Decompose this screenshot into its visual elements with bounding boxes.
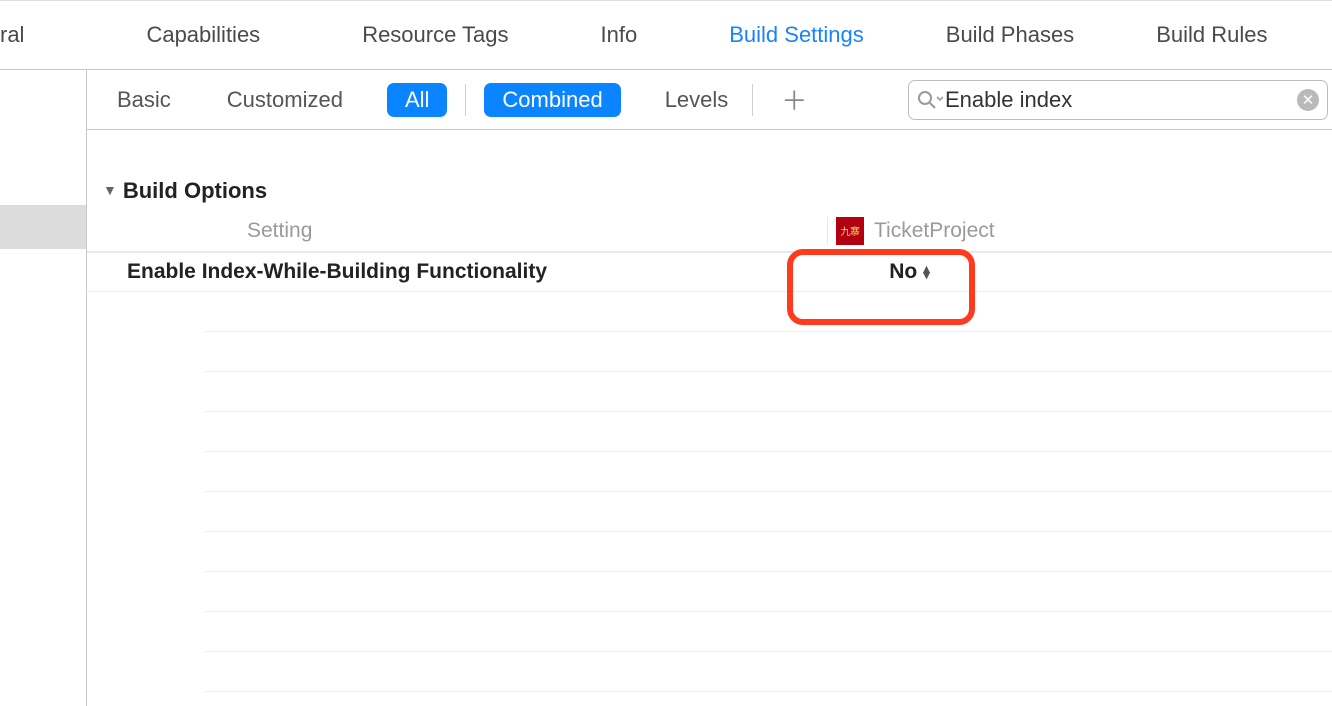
table-row xyxy=(205,652,1332,692)
tab-info[interactable]: Info xyxy=(575,22,664,48)
table-row xyxy=(205,532,1332,572)
editor-tabs: ral Capabilities Resource Tags Info Buil… xyxy=(0,0,1332,70)
filter-basic[interactable]: Basic xyxy=(111,83,177,117)
target-name: TicketProject xyxy=(874,219,995,243)
filter-levels[interactable]: Levels xyxy=(659,83,735,117)
chevron-updown-icon: ▴▾ xyxy=(923,266,930,278)
section-title: Build Options xyxy=(123,178,267,204)
tab-general[interactable]: ral xyxy=(0,22,50,48)
table-row xyxy=(205,332,1332,372)
table-row xyxy=(205,292,1332,332)
tab-resource-tags[interactable]: Resource Tags xyxy=(336,22,534,48)
filter-combined[interactable]: Combined xyxy=(484,83,620,117)
table-row xyxy=(205,572,1332,612)
table-row xyxy=(205,612,1332,652)
filter-all[interactable]: All xyxy=(387,83,447,117)
column-headers: Setting 九寨 TicketProject xyxy=(87,210,1332,252)
setting-value: No xyxy=(889,260,917,284)
table-row xyxy=(205,492,1332,532)
tab-build-settings[interactable]: Build Settings xyxy=(703,22,890,48)
filter-customized[interactable]: Customized xyxy=(221,83,349,117)
disclosure-triangle-icon: ▼ xyxy=(103,182,117,198)
selected-target-row[interactable] xyxy=(0,205,86,249)
setting-row[interactable]: Enable Index-While-Building Functionalit… xyxy=(87,252,1332,292)
tab-build-rules[interactable]: Build Rules xyxy=(1130,22,1293,48)
column-setting: Setting xyxy=(87,219,827,243)
table-row xyxy=(205,372,1332,412)
table-row xyxy=(205,412,1332,452)
search-input[interactable] xyxy=(945,87,1297,113)
separator xyxy=(752,84,753,116)
setting-value-dropdown[interactable]: No ▴▾ xyxy=(827,260,992,284)
setting-label: Enable Index-While-Building Functionalit… xyxy=(87,260,827,284)
table-row xyxy=(205,692,1332,706)
section-build-options[interactable]: ▼ Build Options xyxy=(87,130,1332,210)
clear-search-icon[interactable]: ✕ xyxy=(1297,89,1319,111)
filter-bar: Basic Customized All Combined Levels ＋ xyxy=(87,70,1332,130)
targets-sidebar xyxy=(0,70,87,706)
separator xyxy=(465,84,466,116)
tab-build-phases[interactable]: Build Phases xyxy=(920,22,1100,48)
tab-capabilities[interactable]: Capabilities xyxy=(120,22,286,48)
column-target: 九寨 TicketProject xyxy=(827,217,995,245)
target-app-icon: 九寨 xyxy=(836,217,864,245)
add-button[interactable]: ＋ xyxy=(771,81,817,118)
search-icon xyxy=(917,90,943,110)
search-field[interactable]: ✕ xyxy=(908,80,1328,120)
table-row xyxy=(205,452,1332,492)
